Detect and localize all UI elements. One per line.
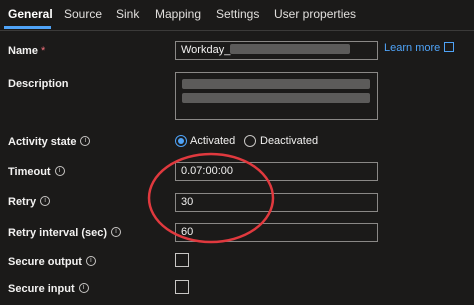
- retry-input[interactable]: 30: [175, 193, 378, 212]
- activity-state-label: Activity state i: [8, 136, 91, 148]
- tab-general[interactable]: General: [8, 7, 53, 21]
- retry-interval-label: Retry interval (sec) i: [8, 227, 122, 239]
- redacted-text: [182, 79, 370, 89]
- info-icon[interactable]: i: [85, 256, 96, 266]
- name-input-value: Workday_: [181, 44, 231, 56]
- deactivated-label: Deactivated: [260, 135, 319, 147]
- name-input[interactable]: Workday_: [175, 41, 378, 60]
- activated-label: Activated: [190, 135, 236, 147]
- description-textarea[interactable]: [175, 72, 378, 120]
- required-marker: *: [41, 45, 46, 57]
- deactivated-radio[interactable]: [244, 135, 256, 147]
- activated-radio[interactable]: [175, 135, 187, 147]
- name-label: Name *: [8, 45, 46, 57]
- secure-output-label: Secure output i: [8, 256, 96, 268]
- learn-more-link[interactable]: Learn more: [384, 42, 455, 54]
- external-link-icon: [444, 42, 455, 52]
- tab-sink[interactable]: Sink: [116, 7, 139, 21]
- timeout-label: Timeout i: [8, 166, 65, 178]
- timeout-input[interactable]: 0.07:00:00: [175, 162, 378, 181]
- redacted-text: [230, 44, 351, 54]
- info-icon[interactable]: i: [80, 136, 91, 146]
- redacted-text: [182, 93, 370, 103]
- retry-interval-input[interactable]: 60: [175, 223, 378, 242]
- info-icon[interactable]: i: [111, 227, 122, 237]
- info-icon[interactable]: i: [54, 166, 65, 176]
- active-tab-indicator: [4, 26, 51, 29]
- secure-input-checkbox[interactable]: [175, 280, 189, 294]
- info-icon[interactable]: i: [78, 283, 89, 293]
- tab-user-properties[interactable]: User properties: [274, 7, 356, 21]
- tab-mapping[interactable]: Mapping: [155, 7, 201, 21]
- secure-output-checkbox[interactable]: [175, 253, 189, 267]
- tab-source[interactable]: Source: [64, 7, 102, 21]
- retry-label: Retry i: [8, 196, 51, 208]
- description-label: Description: [8, 78, 69, 90]
- tab-bar: General Source Sink Mapping Settings Use…: [0, 0, 474, 31]
- secure-input-label: Secure input i: [8, 283, 89, 295]
- info-icon[interactable]: i: [40, 196, 51, 206]
- tab-settings[interactable]: Settings: [216, 7, 259, 21]
